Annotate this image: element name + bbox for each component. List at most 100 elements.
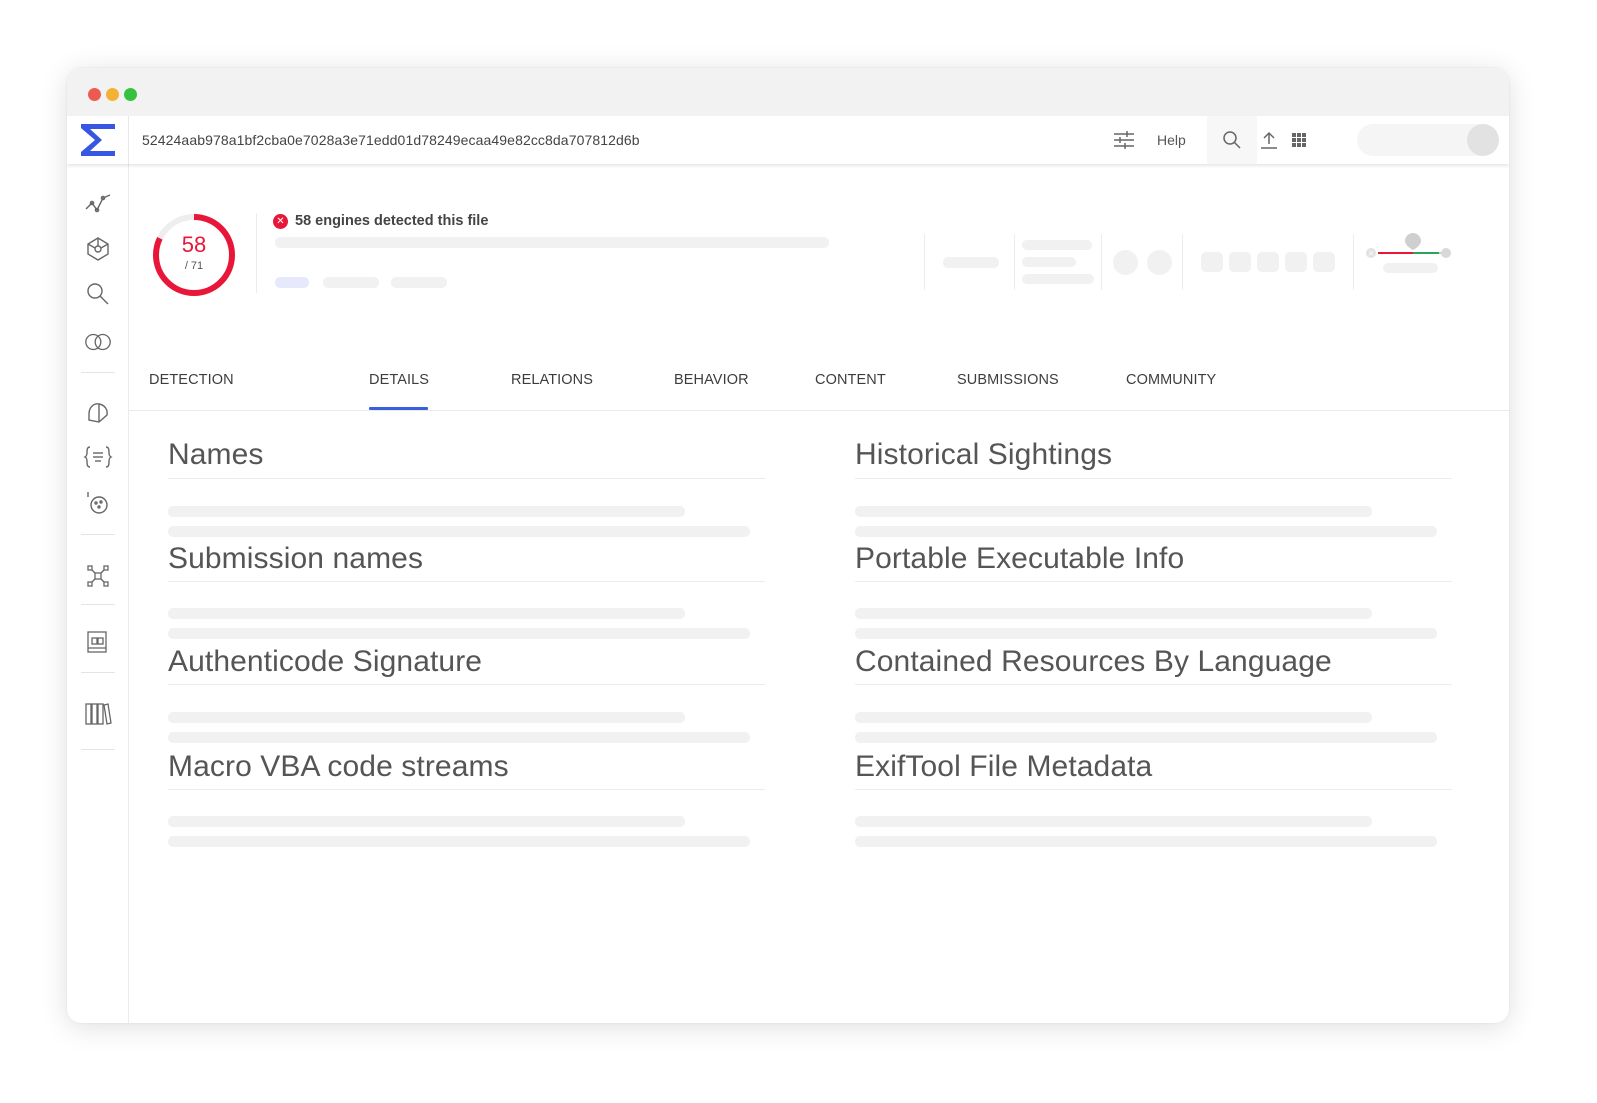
sidebar bbox=[67, 164, 129, 1023]
placeholder-bar bbox=[168, 712, 685, 723]
section-divider bbox=[855, 581, 1452, 582]
placeholder-bar bbox=[855, 526, 1437, 537]
section-divider bbox=[168, 478, 765, 479]
section-title-names[interactable]: Names bbox=[168, 438, 264, 472]
divider bbox=[1101, 234, 1102, 290]
detection-summary-text: 58 engines detected this file bbox=[295, 213, 489, 229]
search-button[interactable] bbox=[1207, 116, 1257, 164]
placeholder-bar bbox=[855, 608, 1372, 619]
search-icon[interactable] bbox=[83, 279, 113, 309]
top-bar: 52424aab978a1bf2cba0e7028a3e71edd01d7824… bbox=[67, 116, 1509, 164]
tab-detection[interactable]: DETECTION bbox=[149, 372, 234, 388]
placeholder-bar bbox=[1022, 257, 1076, 267]
retrohunt-icon[interactable] bbox=[83, 628, 113, 658]
tab-details[interactable]: DETAILS bbox=[369, 372, 429, 388]
section-divider bbox=[855, 478, 1452, 479]
section-divider bbox=[168, 684, 765, 685]
help-link[interactable]: Help bbox=[1157, 116, 1186, 164]
placeholder-bar bbox=[168, 506, 685, 517]
divider bbox=[256, 213, 257, 293]
divider bbox=[1182, 234, 1183, 290]
section-divider bbox=[168, 581, 765, 582]
collections-icon[interactable] bbox=[83, 561, 113, 591]
minimize-window-button[interactable] bbox=[106, 88, 119, 101]
sidebar-divider bbox=[81, 749, 115, 750]
placeholder-bar bbox=[855, 816, 1372, 827]
placeholder-bar bbox=[1022, 240, 1092, 250]
sidebar-divider bbox=[81, 672, 115, 673]
tab-content[interactable]: CONTENT bbox=[815, 372, 886, 388]
placeholder-tag bbox=[323, 277, 379, 288]
detection-summary: ✕ 58 engines detected this file bbox=[273, 212, 488, 230]
sigma-logo-icon[interactable] bbox=[67, 116, 129, 164]
section-title-exiftool[interactable]: ExifTool File Metadata bbox=[855, 750, 1152, 784]
sidebar-divider bbox=[81, 372, 115, 373]
yara-rules-icon[interactable] bbox=[83, 442, 113, 472]
svg-text:✕: ✕ bbox=[1368, 251, 1374, 258]
error-x-icon: ✕ bbox=[273, 213, 288, 229]
community-score-gauge[interactable]: ✕ bbox=[1363, 232, 1451, 278]
divider bbox=[1014, 234, 1015, 290]
section-title-contained-resources[interactable]: Contained Resources By Language bbox=[855, 645, 1332, 679]
placeholder-bar bbox=[855, 506, 1372, 517]
section-title-historical-sightings[interactable]: Historical Sightings bbox=[855, 438, 1112, 472]
divider bbox=[1353, 234, 1354, 290]
livehunt-icon[interactable] bbox=[83, 488, 113, 518]
placeholder-bar bbox=[168, 836, 750, 847]
placeholder-bar bbox=[943, 257, 999, 268]
maximize-window-button[interactable] bbox=[124, 88, 137, 101]
tab-relations[interactable]: RELATIONS bbox=[511, 372, 593, 388]
sidebar-divider bbox=[81, 534, 115, 535]
placeholder-circle bbox=[1147, 250, 1172, 275]
library-icon[interactable] bbox=[83, 698, 113, 728]
filter-sliders-icon[interactable] bbox=[1112, 128, 1136, 152]
placeholder-square bbox=[1201, 252, 1223, 272]
detection-score-total: / 71 bbox=[184, 260, 204, 272]
tab-community[interactable]: COMMUNITY bbox=[1126, 372, 1216, 388]
placeholder-square bbox=[1285, 252, 1307, 272]
active-tab-indicator bbox=[369, 407, 428, 410]
apps-grid-icon[interactable] bbox=[1287, 128, 1311, 152]
tab-submissions[interactable]: SUBMISSIONS bbox=[957, 372, 1059, 388]
placeholder-square bbox=[1313, 252, 1335, 272]
placeholder-bar bbox=[855, 732, 1437, 743]
tab-behavior[interactable]: BEHAVIOR bbox=[674, 372, 749, 388]
section-title-authenticode[interactable]: Authenticode Signature bbox=[168, 645, 482, 679]
file-hash[interactable]: 52424aab978a1bf2cba0e7028a3e71edd01d7824… bbox=[142, 116, 640, 164]
detection-score: 58 bbox=[181, 232, 207, 257]
window-titlebar bbox=[67, 68, 1509, 116]
browser-window: 52424aab978a1bf2cba0e7028a3e71edd01d7824… bbox=[67, 68, 1509, 1023]
section-divider bbox=[855, 684, 1452, 685]
upload-icon[interactable] bbox=[1257, 128, 1281, 152]
section-title-macro-vba[interactable]: Macro VBA code streams bbox=[168, 750, 509, 784]
placeholder-bar bbox=[855, 628, 1437, 639]
placeholder-square bbox=[1257, 252, 1279, 272]
placeholder-bar bbox=[1022, 274, 1094, 284]
placeholder-square bbox=[1229, 252, 1251, 272]
detection-score-ring[interactable]: 58 / 71 bbox=[151, 212, 237, 298]
search-icon bbox=[1220, 128, 1244, 152]
placeholder-bar bbox=[275, 237, 829, 248]
placeholder-tag bbox=[391, 277, 447, 288]
placeholder-bar bbox=[168, 526, 750, 537]
section-divider bbox=[855, 789, 1452, 790]
section-title-pe-info[interactable]: Portable Executable Info bbox=[855, 542, 1184, 576]
placeholder-bar bbox=[855, 836, 1437, 847]
divider bbox=[924, 234, 925, 290]
placeholder-bar bbox=[168, 608, 685, 619]
hunting-icon[interactable] bbox=[83, 398, 113, 428]
placeholder-bar bbox=[168, 816, 685, 827]
tab-bar: DETECTION DETAILS RELATIONS BEHAVIOR CON… bbox=[129, 358, 1509, 411]
placeholder-tag bbox=[275, 277, 309, 288]
intersection-icon[interactable] bbox=[83, 327, 113, 357]
section-divider bbox=[168, 789, 765, 790]
trend-graph-icon[interactable] bbox=[83, 189, 113, 219]
placeholder-bar bbox=[855, 712, 1372, 723]
placeholder-bar bbox=[168, 628, 750, 639]
sidebar-divider bbox=[81, 604, 115, 605]
placeholder-bar bbox=[168, 732, 750, 743]
avatar[interactable] bbox=[1467, 124, 1499, 156]
network-graph-icon[interactable] bbox=[83, 234, 113, 264]
close-window-button[interactable] bbox=[88, 88, 101, 101]
section-title-submission-names[interactable]: Submission names bbox=[168, 542, 423, 576]
